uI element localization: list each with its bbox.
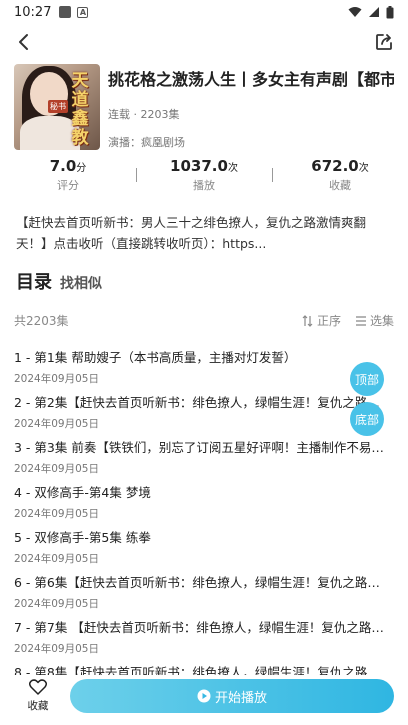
wifi-icon	[348, 7, 362, 17]
stat-plays: 1037.0次 播放	[136, 156, 272, 200]
status-bar: 10:27 A	[0, 0, 408, 24]
scroll-bottom-button[interactable]: 底部	[350, 402, 384, 436]
cover-subtitle: 秘书	[48, 100, 68, 113]
favorite-button[interactable]: 收藏	[22, 679, 54, 713]
back-chevron-left-icon[interactable]	[12, 30, 36, 54]
favorite-label: 收藏	[27, 700, 49, 712]
book-cover: 天道鑫教 秘书	[14, 64, 100, 150]
list-item[interactable]: 6 - 第6集【赶快去首页听新书：绯色撩人，绿帽生涯！复仇之路激情爽翻天！】20…	[14, 572, 394, 617]
start-play-label: 开始播放	[214, 690, 267, 706]
list-item[interactable]: 3 - 第3集 前奏【铁铁们，别忘了订阅五星好评啊！主播制作不易！】 2024年0…	[14, 437, 394, 482]
select-episode-button[interactable]: 选集	[355, 312, 394, 329]
list-item[interactable]: 5 - 双修高手-第5集 练拳 2024年09月05日	[14, 527, 394, 572]
share-icon[interactable]	[372, 30, 396, 54]
bottom-bar: 收藏 开始播放	[0, 675, 408, 725]
start-play-button[interactable]: 开始播放	[70, 679, 394, 713]
stat-rating: 7.0分 评分	[49, 157, 87, 192]
toc-header: 目录 找相似	[16, 268, 392, 294]
status-time: 10:27	[14, 4, 52, 20]
sort-icon	[302, 314, 313, 327]
list-item[interactable]: 4 - 双修高手-第4集 梦境 2024年09月05日	[14, 482, 394, 527]
episode-count: 共2203集	[14, 314, 69, 328]
top-bar	[0, 24, 408, 60]
stat-favorites: 672.0次 收藏	[272, 156, 408, 200]
list-icon	[355, 315, 366, 326]
cover-title: 天道鑫教	[71, 71, 89, 148]
book-header: 天道鑫教 秘书 挑花格之激荡人生丨多女主有声剧【都市爽文 连载 · 2203集 …	[0, 64, 408, 158]
stats-row: 7.0分 评分 1037.0次 播放 672.0次 收藏	[0, 156, 408, 200]
episode-list: 1 - 第1集 帮助嫂子（本书高质量，主播对灯发誓） 2024年09月05日 2 …	[14, 347, 394, 707]
toc-toolbar: 共2203集 正序 选集	[14, 312, 394, 329]
play-icon	[197, 689, 211, 703]
list-item[interactable]: 7 - 第7集 【赶快去首页听新书：绯色撩人，绿帽生涯！复仇之路激情爽翻天！】2…	[14, 617, 394, 662]
list-item[interactable]: 1 - 第1集 帮助嫂子（本书高质量，主播对灯发誓） 2024年09月05日	[14, 347, 394, 392]
list-item[interactable]: 2 - 第2集【赶快去首页听新书：绯色撩人，绿帽生涯！复仇之路激情爽翻天！】20…	[14, 392, 394, 437]
signal-icon	[369, 7, 379, 17]
book-description[interactable]: 【赶快去首页听新书：男人三十之绯色撩人，复仇之路激情爽翻天！】点击收听（直接跳转…	[16, 212, 392, 254]
book-title: 挑花格之激荡人生丨多女主有声剧【都市爽文	[108, 70, 394, 89]
tab-similar[interactable]: 找相似	[60, 273, 102, 293]
book-status: 连载 · 2203集	[108, 108, 180, 121]
heart-icon	[28, 679, 48, 695]
scroll-top-button[interactable]: 顶部	[350, 362, 384, 396]
tab-toc[interactable]: 目录	[16, 268, 52, 294]
battery-icon	[386, 5, 394, 18]
notification-icon	[59, 6, 72, 18]
sort-button[interactable]: 正序	[302, 312, 341, 329]
app-notification-icon: A	[77, 6, 89, 18]
book-narrator: 演播：疯凰剧场	[108, 136, 185, 149]
